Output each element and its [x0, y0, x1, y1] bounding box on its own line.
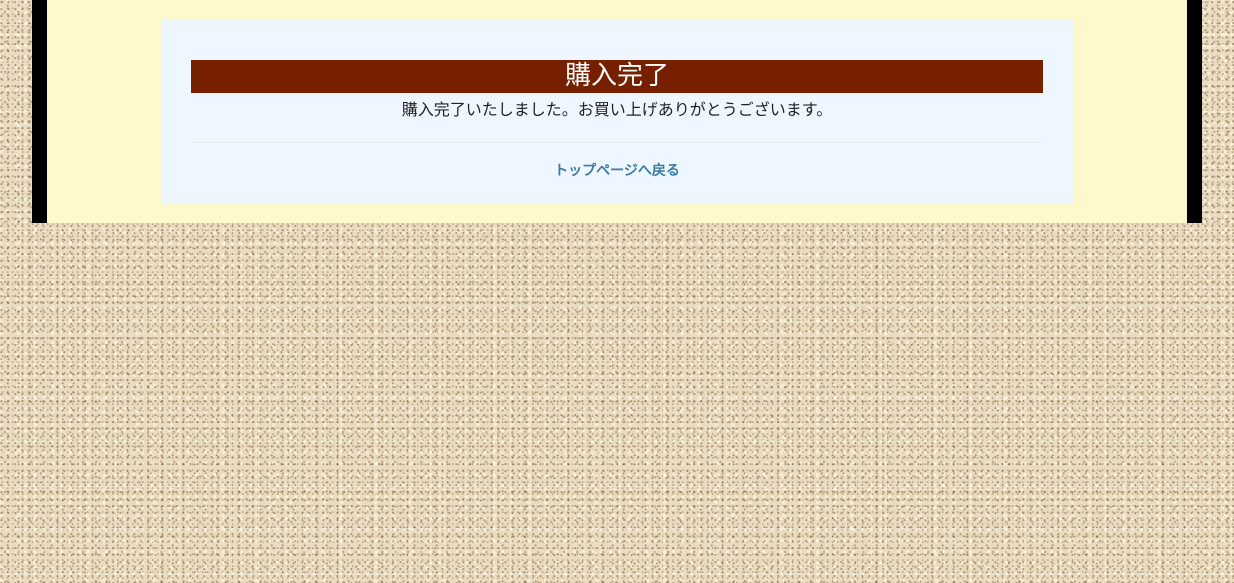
- page-frame: 購入完了 購入完了いたしました。お買い上げありがとうございます。 トップページへ…: [32, 0, 1202, 223]
- completion-message: 購入完了いたしました。お買い上げありがとうございます。: [401, 100, 833, 119]
- divider: [191, 142, 1043, 143]
- back-link-container: トップページへ戻る: [161, 160, 1073, 182]
- page-title: 購入完了: [191, 60, 1043, 93]
- purchase-complete-panel: 購入完了 購入完了いたしました。お買い上げありがとうございます。 トップページへ…: [161, 20, 1073, 203]
- back-to-top-link[interactable]: トップページへ戻る: [554, 163, 680, 179]
- page-content-area: 購入完了 購入完了いたしました。お買い上げありがとうございます。 トップページへ…: [47, 0, 1187, 223]
